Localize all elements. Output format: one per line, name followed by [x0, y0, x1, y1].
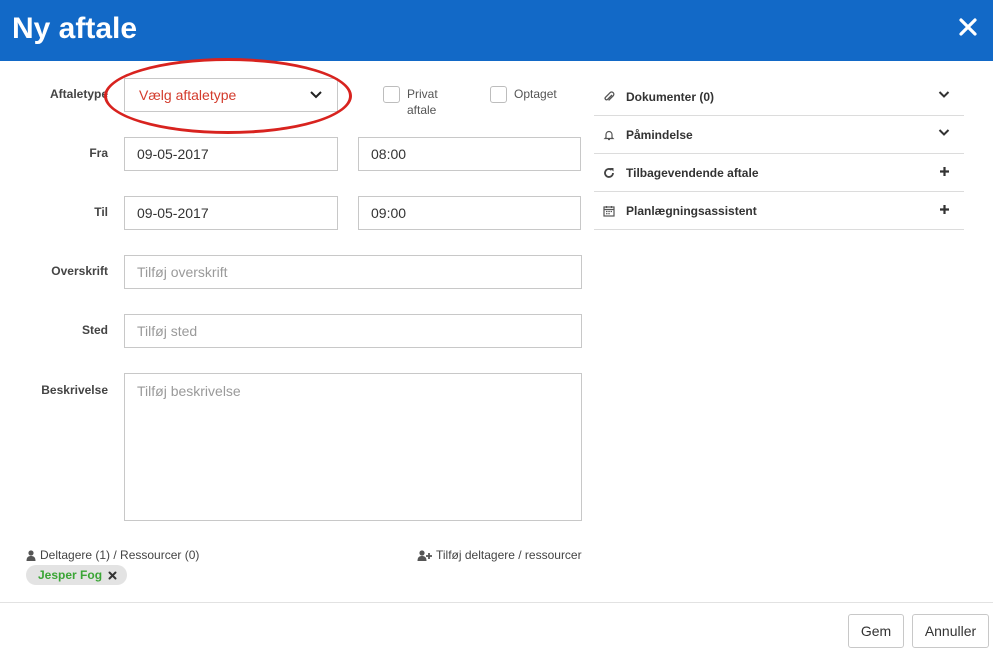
close-icon[interactable] — [957, 16, 979, 38]
add-participants-button[interactable]: Tilføj deltagere / ressourcer — [417, 548, 582, 562]
sidebar-item-label: Dokumenter (0) — [626, 89, 715, 104]
participants-summary: Deltagere (1) / Ressourcer (0) — [26, 548, 199, 562]
bell-icon — [598, 129, 620, 141]
aftaletype-label: Aftaletype — [49, 87, 108, 101]
sted-label: Sted — [81, 323, 108, 337]
sidebar-item-label: Påmindelse — [626, 127, 693, 142]
fra-time-input[interactable]: 08:00 — [358, 137, 581, 171]
beskrivelse-label: Beskrivelse — [41, 383, 108, 397]
user-plus-icon — [417, 549, 432, 561]
privat-label-line2: aftale — [407, 103, 437, 117]
optaget-label: Optaget — [514, 87, 557, 101]
sidebar-item-paamindelse[interactable]: Påmindelse — [594, 116, 964, 154]
sidebar-item-tilbagevendende[interactable]: Tilbagevendende aftale — [594, 154, 964, 192]
footer-divider — [0, 602, 993, 603]
participant-chip: Jesper Fog — [26, 565, 128, 585]
aftaletype-select[interactable]: Vælg aftaletype — [124, 78, 338, 112]
add-participants-label: Tilføj deltagere / ressourcer — [436, 548, 582, 562]
fra-label: Fra — [89, 146, 108, 160]
sidebar-item-label: Tilbagevendende aftale — [626, 165, 759, 180]
overskrift-label: Overskrift — [51, 264, 108, 278]
til-time-input[interactable]: 09:00 — [358, 196, 581, 230]
remove-icon[interactable] — [108, 571, 117, 580]
paperclip-icon — [598, 90, 620, 103]
cancel-button[interactable]: Annuller — [912, 614, 989, 648]
save-button[interactable]: Gem — [848, 614, 904, 648]
plus-icon[interactable] — [939, 204, 950, 215]
chevron-down-icon[interactable] — [938, 128, 950, 137]
optaget-checkbox[interactable] — [490, 86, 507, 103]
privat-checkbox[interactable] — [383, 86, 400, 103]
privat-label-line1: Privat — [407, 87, 438, 101]
overskrift-input[interactable]: Tilføj overskrift — [124, 255, 582, 289]
fra-date-input[interactable]: 09-05-2017 — [124, 137, 338, 171]
participant-name: Jesper Fog — [38, 568, 103, 582]
privat-label: Privat aftale — [407, 86, 438, 118]
sted-input[interactable]: Tilføj sted — [124, 314, 582, 348]
plus-icon[interactable] — [939, 166, 950, 177]
dialog-title: Ny aftale — [12, 12, 138, 45]
sidebar-item-label: Planlægningsassistent — [626, 203, 757, 218]
user-icon — [26, 549, 36, 561]
chevron-down-icon — [310, 91, 322, 99]
participants-label: Deltagere (1) / Ressourcer (0) — [40, 548, 200, 562]
dialog-header: Ny aftale — [0, 0, 993, 61]
calendar-icon — [598, 205, 620, 217]
beskrivelse-textarea[interactable]: Tilføj beskrivelse — [124, 373, 582, 521]
sidebar-item-dokumenter[interactable]: Dokumenter (0) — [594, 78, 964, 116]
refresh-icon — [598, 167, 620, 179]
til-label: Til — [94, 205, 108, 219]
chevron-down-icon[interactable] — [938, 90, 950, 99]
aftaletype-value: Vælg aftaletype — [139, 87, 237, 103]
sidebar-item-planlaegning[interactable]: Planlægningsassistent — [594, 192, 964, 230]
til-date-input[interactable]: 09-05-2017 — [124, 196, 338, 230]
